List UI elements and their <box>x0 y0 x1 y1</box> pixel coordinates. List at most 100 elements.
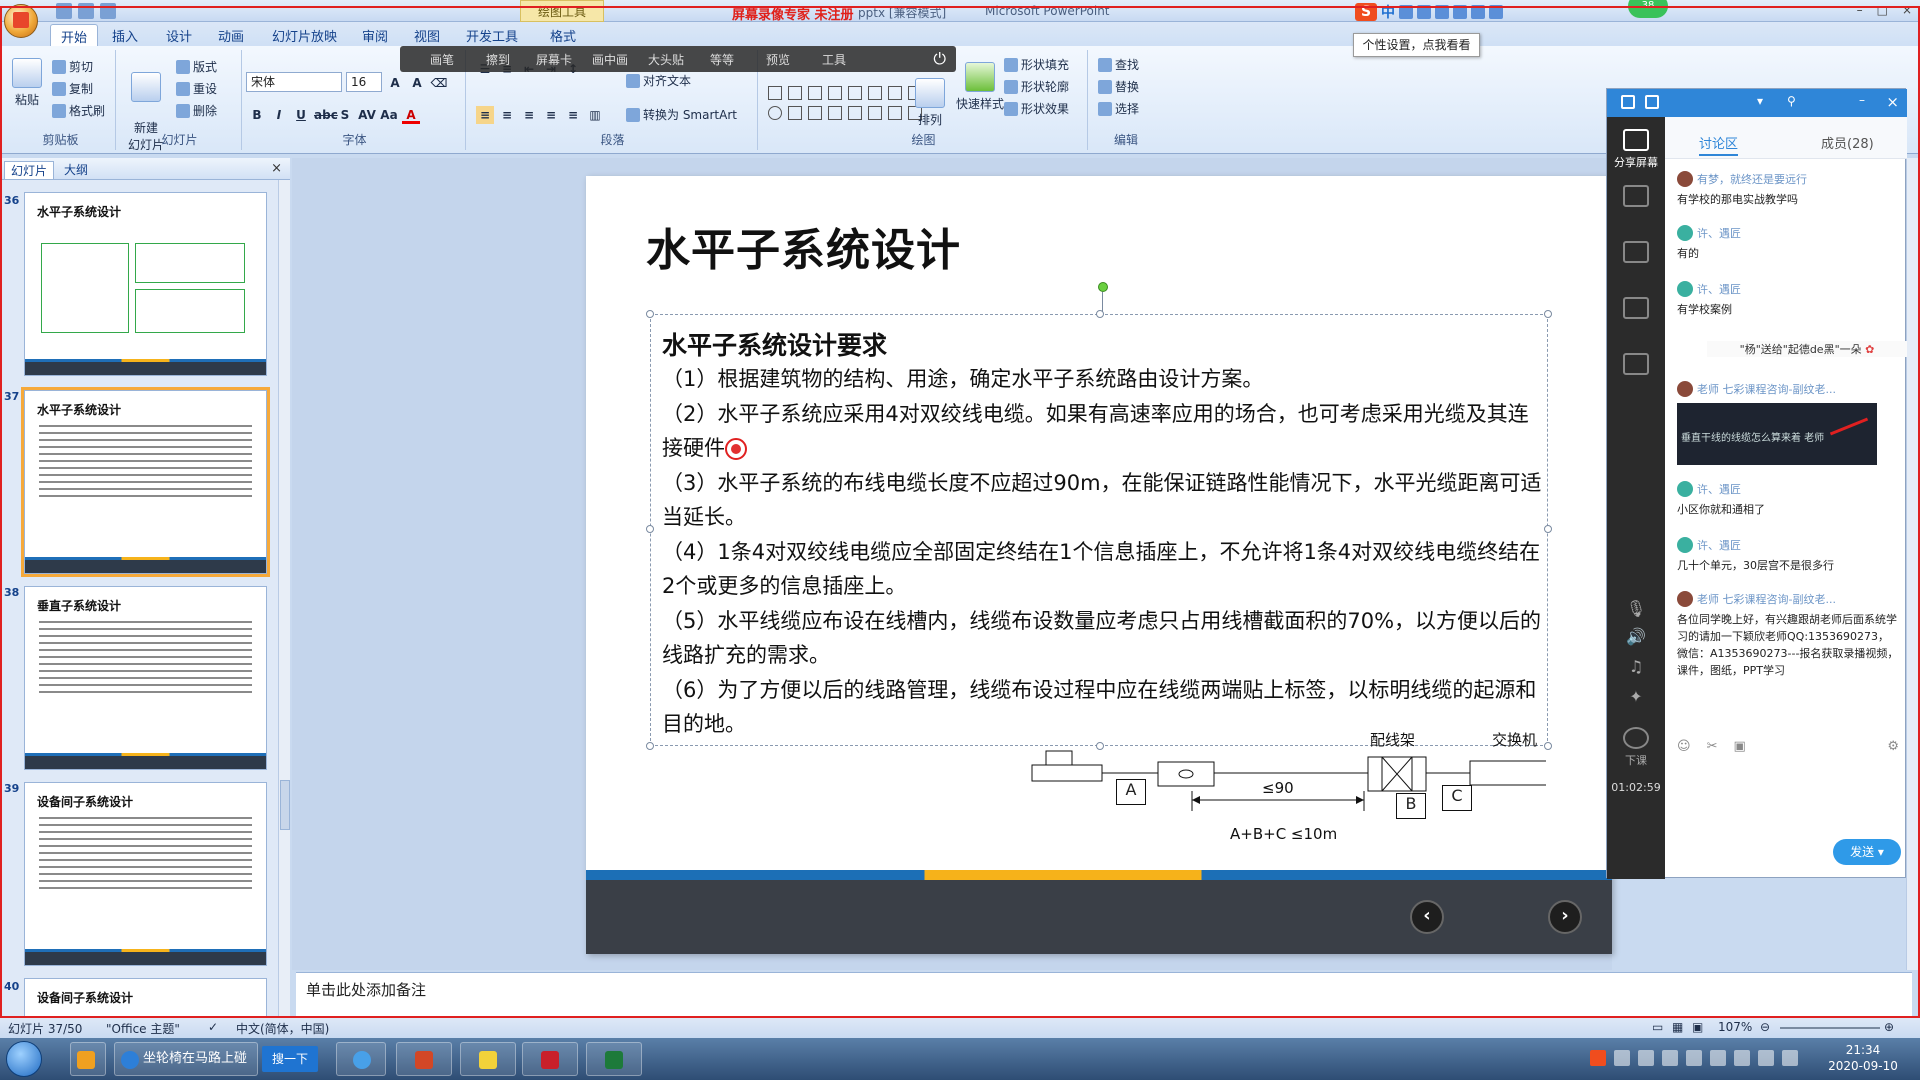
sogou-tray-icon[interactable] <box>1590 1050 1606 1066</box>
copy-button[interactable]: 复制 <box>52 80 93 97</box>
notes-pane[interactable]: 单击此处添加备注 <box>296 972 1912 1016</box>
rotation-handle[interactable] <box>1098 282 1108 292</box>
shape-star-icon[interactable] <box>888 106 902 120</box>
view-slideshow-icon[interactable]: ▣ <box>1692 1020 1703 1034</box>
flag-icon[interactable] <box>1782 1050 1798 1066</box>
dropdown-icon[interactable]: ▾ <box>1757 94 1763 108</box>
clear-format-icon[interactable]: ⌫ <box>430 74 448 92</box>
float-btn-sticker[interactable]: 大头贴 <box>638 51 694 68</box>
tray-icon-5[interactable] <box>1710 1050 1726 1066</box>
zoom-slider[interactable] <box>1780 1027 1880 1029</box>
taskbar-powerpoint[interactable] <box>396 1042 452 1076</box>
align-left-icon[interactable]: ≡ <box>476 106 494 124</box>
bold-icon[interactable]: B <box>248 106 266 124</box>
shape-outline-button[interactable]: 形状轮廓 <box>1004 78 1069 95</box>
pin-icon[interactable]: ⚲ <box>1787 94 1796 108</box>
format-painter-button[interactable]: 格式刷 <box>52 102 105 119</box>
ime-keyboard-icon[interactable] <box>1453 5 1467 19</box>
ime-toolbox-icon[interactable] <box>1489 5 1503 19</box>
image-icon[interactable]: ▣ <box>1733 739 1745 754</box>
share-icon[interactable] <box>1645 95 1659 109</box>
shape-fill-button[interactable]: 形状填充 <box>1004 56 1069 73</box>
sidebar-tool-3[interactable] <box>1607 297 1665 322</box>
slide-title[interactable]: 水平子系统设计 <box>646 214 961 278</box>
strikethrough-icon[interactable]: abc <box>314 106 338 124</box>
end-class-button[interactable]: 下课 <box>1607 727 1665 768</box>
sogou-logo-icon[interactable]: S <box>1355 3 1377 21</box>
shape-elbow-icon[interactable] <box>808 86 822 100</box>
settings-icon[interactable] <box>1621 95 1635 109</box>
char-spacing-icon[interactable]: AV <box>358 106 376 124</box>
slides-panel-scrollbar[interactable] <box>278 180 290 1018</box>
taskbar-autocad[interactable] <box>522 1042 578 1076</box>
volume-icon[interactable] <box>1734 1050 1750 1066</box>
font-name-select[interactable]: 宋体 <box>246 72 342 92</box>
float-btn-pip[interactable]: 画中画 <box>582 51 638 68</box>
zoom-in-icon[interactable]: ⊕ <box>1884 1020 1894 1034</box>
maximize-icon[interactable]: □ <box>1877 3 1888 17</box>
shape-tri-icon[interactable] <box>788 86 802 100</box>
paste-button[interactable]: 粘贴 <box>12 58 42 108</box>
emoji-icon[interactable]: ☺ <box>1677 739 1691 754</box>
tray-icon-1[interactable] <box>1614 1050 1630 1066</box>
power-icon[interactable]: ⏻ <box>933 49 946 69</box>
close-icon[interactable]: × <box>1902 3 1912 17</box>
italic-icon[interactable]: I <box>270 106 288 124</box>
shape-line-icon[interactable] <box>888 86 902 100</box>
shape-lightning-icon[interactable] <box>788 106 802 120</box>
resize-handle[interactable] <box>646 525 654 533</box>
align-center-icon[interactable]: ≡ <box>498 106 516 124</box>
resize-handle[interactable] <box>646 310 654 318</box>
tab-design[interactable]: 设计 <box>166 26 192 45</box>
minimize-icon[interactable]: – <box>1859 93 1865 107</box>
shrink-font-icon[interactable]: A <box>408 74 426 92</box>
tray-icon-4[interactable] <box>1686 1050 1702 1066</box>
taskbar-help[interactable] <box>460 1042 516 1076</box>
save-icon[interactable] <box>56 3 72 19</box>
office-button[interactable] <box>4 4 38 38</box>
tab-animations[interactable]: 动画 <box>218 26 244 45</box>
float-btn-screen-card[interactable]: 屏幕卡 <box>526 51 582 68</box>
resize-handle[interactable] <box>1544 310 1552 318</box>
align-text-button[interactable]: 对齐文本 <box>626 72 691 89</box>
view-normal-icon[interactable]: ▭ <box>1652 1020 1663 1034</box>
tab-insert[interactable]: 插入 <box>112 26 138 45</box>
redo-icon[interactable] <box>100 3 116 19</box>
shape-effects-button[interactable]: 形状效果 <box>1004 100 1069 117</box>
minimize-icon[interactable]: – <box>1857 3 1863 17</box>
speaker-icon[interactable]: 🔊 <box>1607 627 1665 646</box>
taskbar-clock[interactable]: 21:34 2020-09-10 <box>1818 1042 1908 1074</box>
settings-icon[interactable]: ⚙ <box>1887 739 1899 754</box>
arrange-button[interactable]: 排列 <box>910 78 950 128</box>
quick-styles-button[interactable]: 快速样式 <box>952 62 1008 112</box>
tab-slideshow[interactable]: 幻灯片放映 <box>272 26 337 45</box>
tab-home[interactable]: 开始 <box>50 24 99 48</box>
float-btn-tools[interactable]: 工具 <box>806 51 862 68</box>
ime-emoji-icon[interactable] <box>1417 5 1431 19</box>
zoom-level[interactable]: 107% <box>1718 1020 1752 1034</box>
sidebar-tool-4[interactable] <box>1607 353 1665 378</box>
tools-icon[interactable]: ✦ <box>1607 687 1665 706</box>
tray-icon-3[interactable] <box>1662 1050 1678 1066</box>
send-button[interactable]: 发送 ▾ <box>1833 839 1901 865</box>
float-btn-pen[interactable]: 画笔 <box>414 51 470 68</box>
find-button[interactable]: 查找 <box>1098 56 1139 73</box>
sidebar-tool-1[interactable] <box>1607 185 1665 210</box>
align-right-icon[interactable]: ≡ <box>520 106 538 124</box>
shape-arc-icon[interactable] <box>808 106 822 120</box>
font-color-icon[interactable]: A <box>402 106 420 124</box>
ime-chinese-mode[interactable]: 中 <box>1381 2 1395 22</box>
smartart-button[interactable]: 转换为 SmartArt <box>626 106 737 123</box>
scissors-icon[interactable]: ✂ <box>1707 739 1718 754</box>
grow-font-icon[interactable]: A <box>386 74 404 92</box>
layout-button[interactable]: 版式 <box>176 58 217 75</box>
zoom-out-icon[interactable]: ⊖ <box>1760 1020 1770 1034</box>
shape-oval-icon[interactable] <box>768 106 782 120</box>
resize-handle[interactable] <box>1544 525 1552 533</box>
start-button[interactable] <box>6 1041 42 1077</box>
float-btn-eraser[interactable]: 擦到 <box>470 51 526 68</box>
image-message[interactable]: 垂直干线的线缆怎么算来着 老师 <box>1677 403 1877 465</box>
shape-down-arrow-icon[interactable] <box>868 86 882 100</box>
select-button[interactable]: 选择 <box>1098 100 1139 117</box>
shape-elbow2-icon[interactable] <box>828 86 842 100</box>
